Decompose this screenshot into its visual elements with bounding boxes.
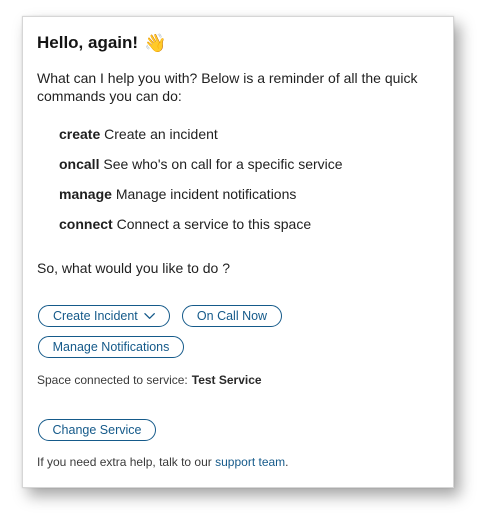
command-description: Connect a service to this space <box>116 216 312 232</box>
on-call-now-button[interactable]: On Call Now <box>182 305 282 327</box>
chevron-down-icon <box>144 313 155 319</box>
greeting-title: Hello, again! 👋 <box>37 33 167 53</box>
commands-list: create Create an incident oncall See who… <box>59 125 343 245</box>
help-text: If you need extra help, talk to our supp… <box>37 455 289 469</box>
command-item-manage: manage Manage incident notifications <box>59 185 343 215</box>
command-description: See who's on call for a specific service <box>103 156 343 172</box>
service-name: Test Service <box>191 373 262 387</box>
prompt-text: So, what would you like to do ? <box>37 260 231 276</box>
create-incident-label: Create Incident <box>53 309 138 323</box>
bot-message-card: Hello, again! 👋 What can I help you with… <box>22 16 454 488</box>
command-item-connect: connect Connect a service to this space <box>59 215 343 245</box>
manage-notifications-label: Manage Notifications <box>52 340 170 354</box>
command-description: Create an incident <box>104 126 218 142</box>
on-call-now-label: On Call Now <box>196 309 268 323</box>
command-keyword: oncall <box>59 156 100 172</box>
help-prefix: If you need extra help, talk to our <box>37 455 212 469</box>
intro-text: What can I help you with? Below is a rem… <box>37 70 418 104</box>
waving-hand-icon: 👋 <box>144 33 167 53</box>
help-suffix: . <box>285 455 289 469</box>
command-keyword: create <box>59 126 101 142</box>
manage-notifications-button[interactable]: Manage Notifications <box>38 336 184 358</box>
command-keyword: manage <box>59 186 112 202</box>
command-keyword: connect <box>59 216 113 232</box>
service-status: Space connected to service: Test Service <box>37 373 262 387</box>
change-service-label: Change Service <box>52 423 142 437</box>
create-incident-button[interactable]: Create Incident <box>38 305 170 327</box>
command-item-create: create Create an incident <box>59 125 343 155</box>
command-description: Manage incident notifications <box>115 186 297 202</box>
greeting-text: Hello, again! <box>37 33 139 52</box>
support-team-link[interactable]: support team <box>215 455 285 469</box>
change-service-button[interactable]: Change Service <box>38 419 156 441</box>
command-item-oncall: oncall See who's on call for a specific … <box>59 155 343 185</box>
service-label: Space connected to service: <box>37 373 188 387</box>
